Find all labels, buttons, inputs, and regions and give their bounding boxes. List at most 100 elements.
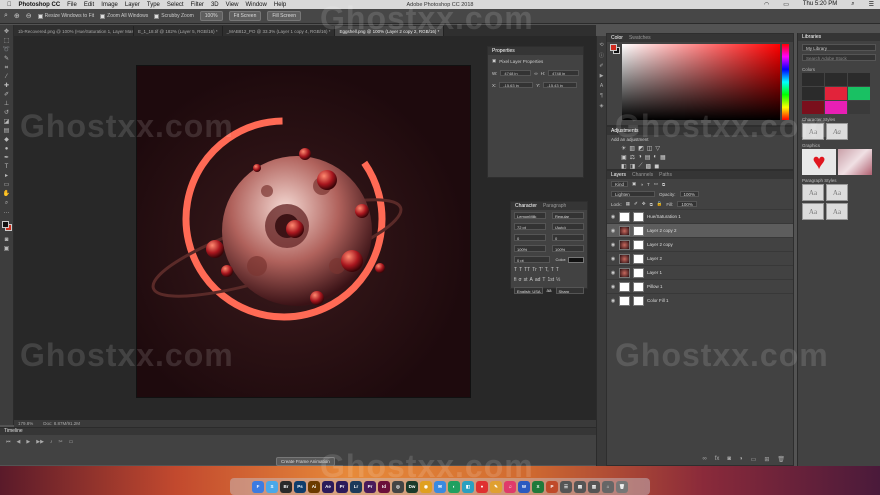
curves-icon[interactable]: ◩ xyxy=(638,145,644,152)
screen-mode-icon[interactable]: ▣ xyxy=(3,246,11,253)
dock-app-icon[interactable]: X xyxy=(532,480,544,493)
styles-panel-icon[interactable]: ◈ xyxy=(600,103,604,109)
filter-type-icon[interactable]: T xyxy=(647,182,650,187)
dock-app-icon[interactable]: Dw xyxy=(406,480,418,493)
lasso-tool-icon[interactable]: ➰ xyxy=(3,47,11,54)
para-style-4[interactable]: Aa xyxy=(826,203,848,220)
dock-app-icon[interactable]: Ae xyxy=(322,480,334,493)
healing-tool-icon[interactable]: ✚ xyxy=(3,83,11,90)
create-frame-animation-button[interactable]: Create Frame Animation xyxy=(276,457,335,466)
contextual-button[interactable]: σ xyxy=(519,277,522,283)
visibility-eye-icon[interactable]: ◉ xyxy=(610,242,616,248)
vertical-scale-field[interactable]: 100% xyxy=(514,245,546,252)
dock-app-icon[interactable]: 🗑 xyxy=(616,480,628,493)
dock-app-icon[interactable]: P xyxy=(546,480,558,493)
dock-app-icon[interactable]: ◉ xyxy=(420,480,432,493)
audio-icon[interactable]: ♪ xyxy=(50,439,53,445)
library-select[interactable]: My Library xyxy=(802,44,876,51)
underline-button[interactable]: T xyxy=(551,267,554,273)
fill-field[interactable]: 100% xyxy=(677,201,697,207)
link-icon[interactable]: ∞ xyxy=(534,71,537,76)
dock-app-icon[interactable]: W xyxy=(518,480,530,493)
visibility-eye-icon[interactable]: ◉ xyxy=(610,228,616,234)
dock-app-icon[interactable]: Ai xyxy=(308,480,320,493)
threshold-icon[interactable]: ⟋ xyxy=(638,163,642,170)
dock-app-icon[interactable]: ◐ xyxy=(448,480,460,493)
dock-app-icon[interactable]: ♫ xyxy=(504,480,516,493)
filter-pixel-icon[interactable]: ▣ xyxy=(632,181,636,187)
color-lookup-icon[interactable]: ▦ xyxy=(660,154,666,161)
levels-icon[interactable]: ▥ xyxy=(629,145,635,152)
dock-app-icon[interactable]: Br xyxy=(280,480,292,493)
add-mask-icon[interactable]: ◙ xyxy=(727,456,731,463)
dock-app-icon[interactable]: ◎ xyxy=(392,480,404,493)
swash-button[interactable]: A xyxy=(529,277,532,283)
para-style-2[interactable]: Aa xyxy=(826,184,848,201)
eraser-tool-icon[interactable]: ◪ xyxy=(3,119,11,126)
library-color-swatch[interactable] xyxy=(802,73,824,86)
hue-slider[interactable] xyxy=(782,44,789,120)
all-caps-button[interactable]: TT xyxy=(524,267,530,273)
layer-row[interactable]: ◉ Layer 2 copy 2 xyxy=(607,223,793,237)
scrubby-zoom-checkbox[interactable]: Scrubby Zoom xyxy=(154,13,194,19)
library-color-swatch[interactable] xyxy=(802,87,824,100)
delete-layer-icon[interactable]: 🗑 xyxy=(777,456,785,463)
hue-saturation-icon[interactable]: ▣ xyxy=(621,154,627,161)
character-tab[interactable]: Character xyxy=(515,203,537,209)
split-icon[interactable]: ✂ xyxy=(58,439,62,445)
zoom-all-checkbox[interactable]: Zoom All Windows xyxy=(100,13,148,19)
blend-mode-select[interactable]: Lighten xyxy=(611,191,655,197)
type-tool-icon[interactable]: T xyxy=(3,164,11,171)
zoom-in-icon[interactable]: ⊕ xyxy=(14,12,20,20)
swatches-tab[interactable]: Swatches xyxy=(629,35,651,41)
visibility-eye-icon[interactable]: ◉ xyxy=(610,298,616,304)
new-group-icon[interactable]: ▭ xyxy=(751,456,757,463)
visibility-eye-icon[interactable]: ◉ xyxy=(610,256,616,262)
stamp-tool-icon[interactable]: ⊥ xyxy=(3,101,11,108)
dock-app-icon[interactable]: Pr xyxy=(336,480,348,493)
antialias-select[interactable]: Sharp xyxy=(555,287,585,294)
paths-tab[interactable]: Paths xyxy=(659,172,672,178)
para-style-1[interactable]: Aa xyxy=(802,184,824,201)
layers-tab[interactable]: Layers xyxy=(611,172,626,178)
font-style-select[interactable]: Regular xyxy=(552,212,584,219)
blur-tool-icon[interactable]: ◆ xyxy=(3,137,11,144)
leading-field[interactable]: (Auto) xyxy=(552,223,584,230)
width-field[interactable]: 4748 in xyxy=(500,70,532,76)
color-balance-icon[interactable]: ⚖ xyxy=(630,154,635,161)
dock-app-icon[interactable]: ✎ xyxy=(490,480,502,493)
fx-icon[interactable]: fx xyxy=(715,456,720,463)
dock-app-icon[interactable]: F xyxy=(252,480,264,493)
visibility-eye-icon[interactable]: ◉ xyxy=(610,214,616,220)
dock-app-icon[interactable]: Lr xyxy=(350,480,362,493)
libraries-tab[interactable]: Libraries xyxy=(802,34,821,40)
char-style-2[interactable]: Aa xyxy=(826,123,848,140)
pen-tool-icon[interactable]: ✒ xyxy=(3,155,11,162)
tracking-field[interactable]: 0 xyxy=(552,234,584,241)
y-field[interactable]: -15.43 in xyxy=(543,82,578,88)
superscript-button[interactable]: T' xyxy=(539,267,543,273)
quick-select-tool-icon[interactable]: ✎ xyxy=(3,56,11,63)
invert-icon[interactable]: ◧ xyxy=(621,163,627,170)
glyphs-panel-icon[interactable]: A xyxy=(600,83,603,89)
font-family-select[interactable]: LemonMilk xyxy=(514,212,546,219)
transition-icon[interactable]: ▭ xyxy=(69,439,74,445)
move-tool-icon[interactable]: ✥ xyxy=(3,29,11,36)
brush-panel-icon[interactable]: ✐ xyxy=(599,63,603,69)
color-swatches[interactable] xyxy=(1,221,12,231)
gradient-map-icon[interactable]: ▩ xyxy=(646,163,652,170)
fractions-button[interactable]: ½ xyxy=(556,277,560,283)
photo-filter-icon[interactable]: ▤ xyxy=(645,154,651,161)
height-field[interactable]: 4748 in xyxy=(548,70,579,76)
char-style-1[interactable]: Aa xyxy=(802,123,824,140)
first-frame-icon[interactable]: ⏮ xyxy=(6,439,11,445)
link-layers-icon[interactable]: ∞ xyxy=(702,456,706,463)
history-brush-icon[interactable]: ↺ xyxy=(3,110,11,117)
library-color-swatch[interactable] xyxy=(848,101,870,114)
zoom-out-icon[interactable]: ⊖ xyxy=(26,12,32,20)
filter-smart-icon[interactable]: ⧉ xyxy=(662,182,665,187)
opacity-field[interactable]: 100% xyxy=(679,191,700,197)
exposure-icon[interactable]: ◫ xyxy=(647,145,653,152)
dock-app-icon[interactable]: ☰ xyxy=(560,480,572,493)
history-panel-icon[interactable]: ⟲ xyxy=(599,42,603,48)
